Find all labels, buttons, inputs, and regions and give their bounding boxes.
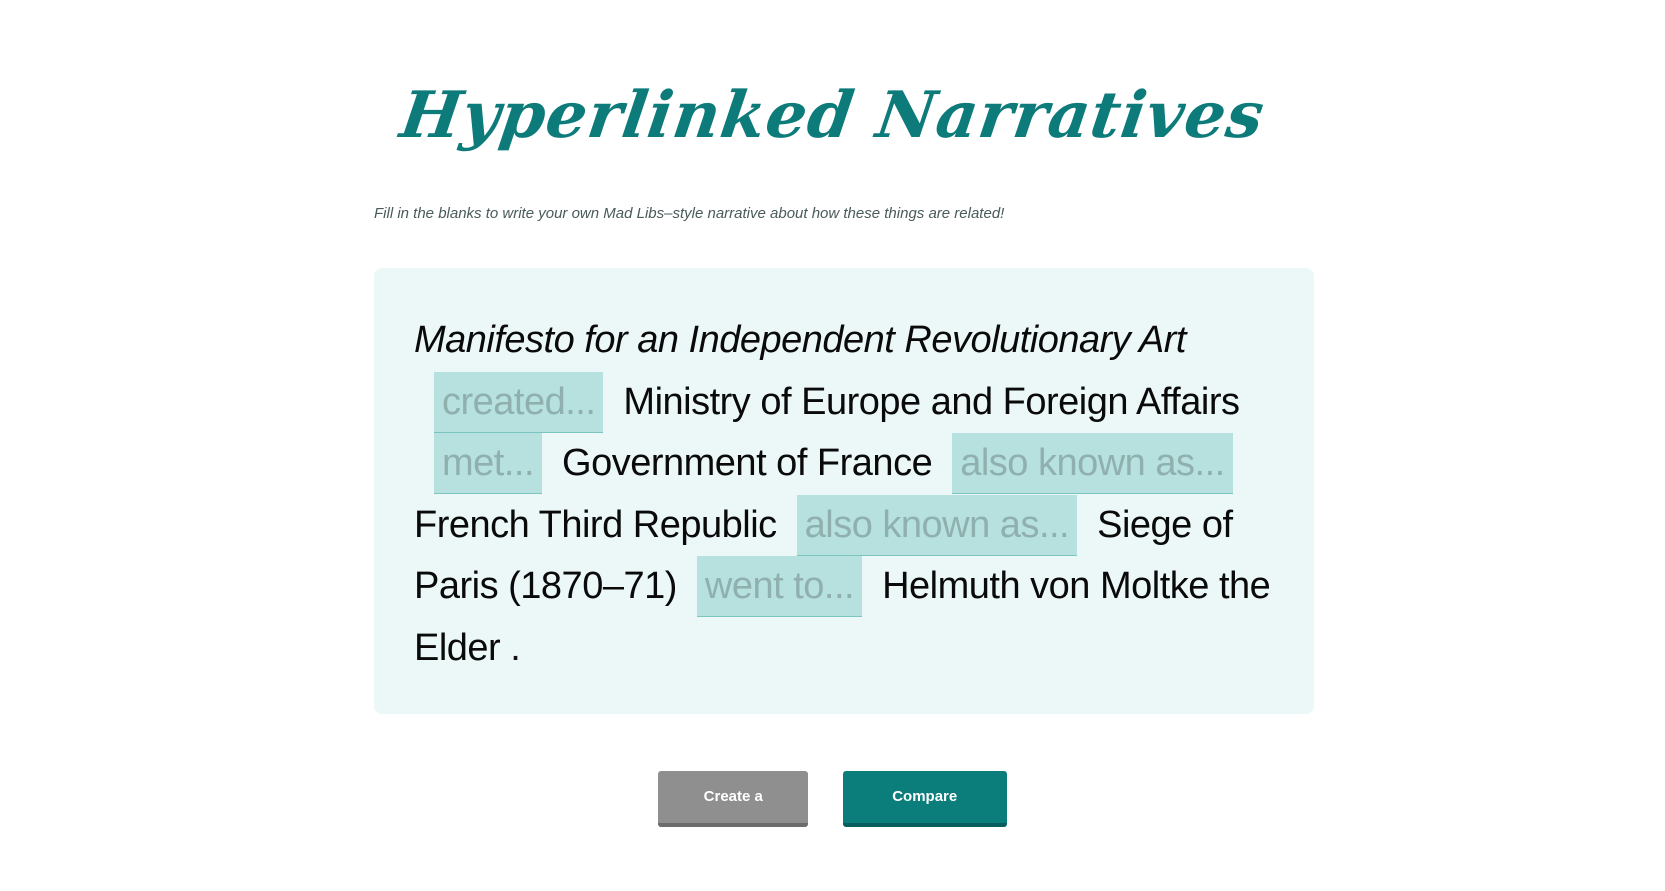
entity-3: Government of France <box>562 442 933 484</box>
entity-1: Manifesto for an Independent Revolutiona… <box>414 319 1186 361</box>
compare-narratives-button[interactable]: Compare narratives <box>842 771 1007 857</box>
entity-4: French Third Republic <box>414 503 777 546</box>
page: Hyperlinked Narratives Fill in the blank… <box>0 0 1665 891</box>
blank-relation-1[interactable]: created... <box>434 371 604 433</box>
action-bar: Create a narrative Compare narratives <box>0 771 1665 857</box>
instructions-text: Fill in the blanks to write your own Mad… <box>374 205 1005 222</box>
narrative-text: Manifesto for an Independent Revolutiona… <box>414 310 1274 679</box>
create-narrative-button[interactable]: Create a narrative <box>658 771 809 857</box>
blank-relation-5[interactable]: went to... <box>696 556 863 617</box>
blank-relation-2[interactable]: met... <box>434 433 543 494</box>
page-title: Hyperlinked Narratives <box>395 78 1270 153</box>
narrative-panel: Manifesto for an Independent Revolutiona… <box>374 268 1314 714</box>
entity-2: Ministry of Europe and Foreign Affairs <box>623 380 1240 423</box>
blank-relation-4[interactable]: also known as... <box>796 494 1078 556</box>
blank-relation-3[interactable]: also known as... <box>952 433 1233 494</box>
narrative-period: . <box>510 626 521 669</box>
